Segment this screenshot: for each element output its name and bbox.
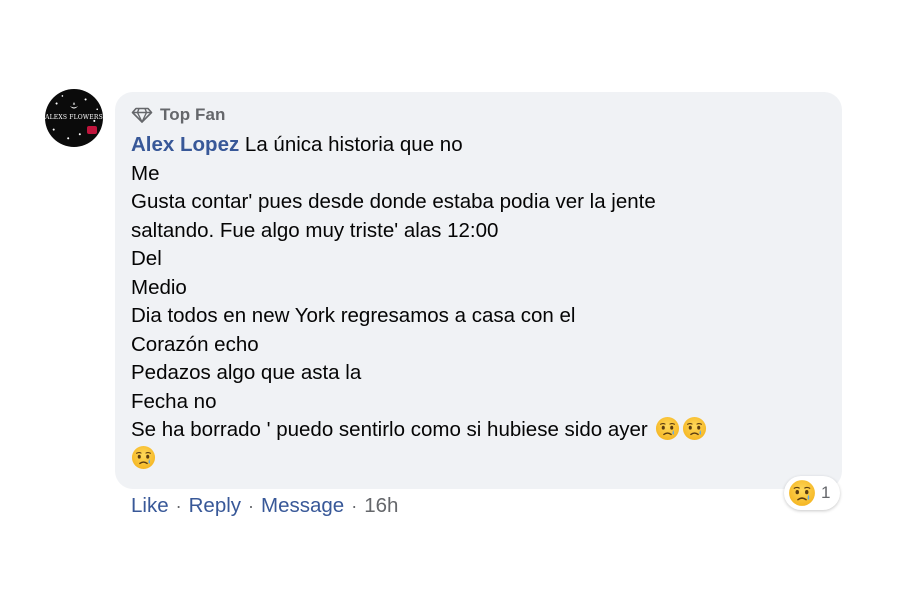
timestamp[interactable]: 16h xyxy=(364,494,398,518)
avatar-brand-text: ALEXS FLOWERS xyxy=(45,114,103,121)
top-fan-badge[interactable]: Top Fan xyxy=(131,105,826,125)
comment-actions: Like · Reply · Message · 16h xyxy=(131,494,398,518)
sad-tear-emoji xyxy=(131,445,156,470)
avatar-heart-badge xyxy=(87,126,97,134)
message-link[interactable]: Message xyxy=(261,494,344,518)
separator: · xyxy=(175,495,182,516)
reply-link[interactable]: Reply xyxy=(189,494,241,518)
comment-body: Alex Lopez La única historia que no Me G… xyxy=(131,131,826,473)
sad-tear-emoji xyxy=(788,479,816,507)
separator: · xyxy=(248,495,255,516)
logo-icon xyxy=(70,102,78,109)
separator: · xyxy=(351,495,358,516)
reaction-summary[interactable]: 1 xyxy=(784,476,840,510)
badge-label: Top Fan xyxy=(160,105,226,124)
like-link[interactable]: Like xyxy=(131,494,169,518)
diamond-icon xyxy=(131,107,153,123)
sad-tear-emoji xyxy=(655,416,680,441)
sad-tear-emoji xyxy=(682,416,707,441)
comment-bubble: Top Fan Alex Lopez La única historia que… xyxy=(115,92,842,489)
comment-text: La única historia que no Me Gusta contar… xyxy=(131,133,656,441)
reaction-count: 1 xyxy=(821,483,831,502)
author-name[interactable]: Alex Lopez xyxy=(131,133,239,156)
avatar[interactable]: ALEXS FLOWERS xyxy=(45,89,103,147)
